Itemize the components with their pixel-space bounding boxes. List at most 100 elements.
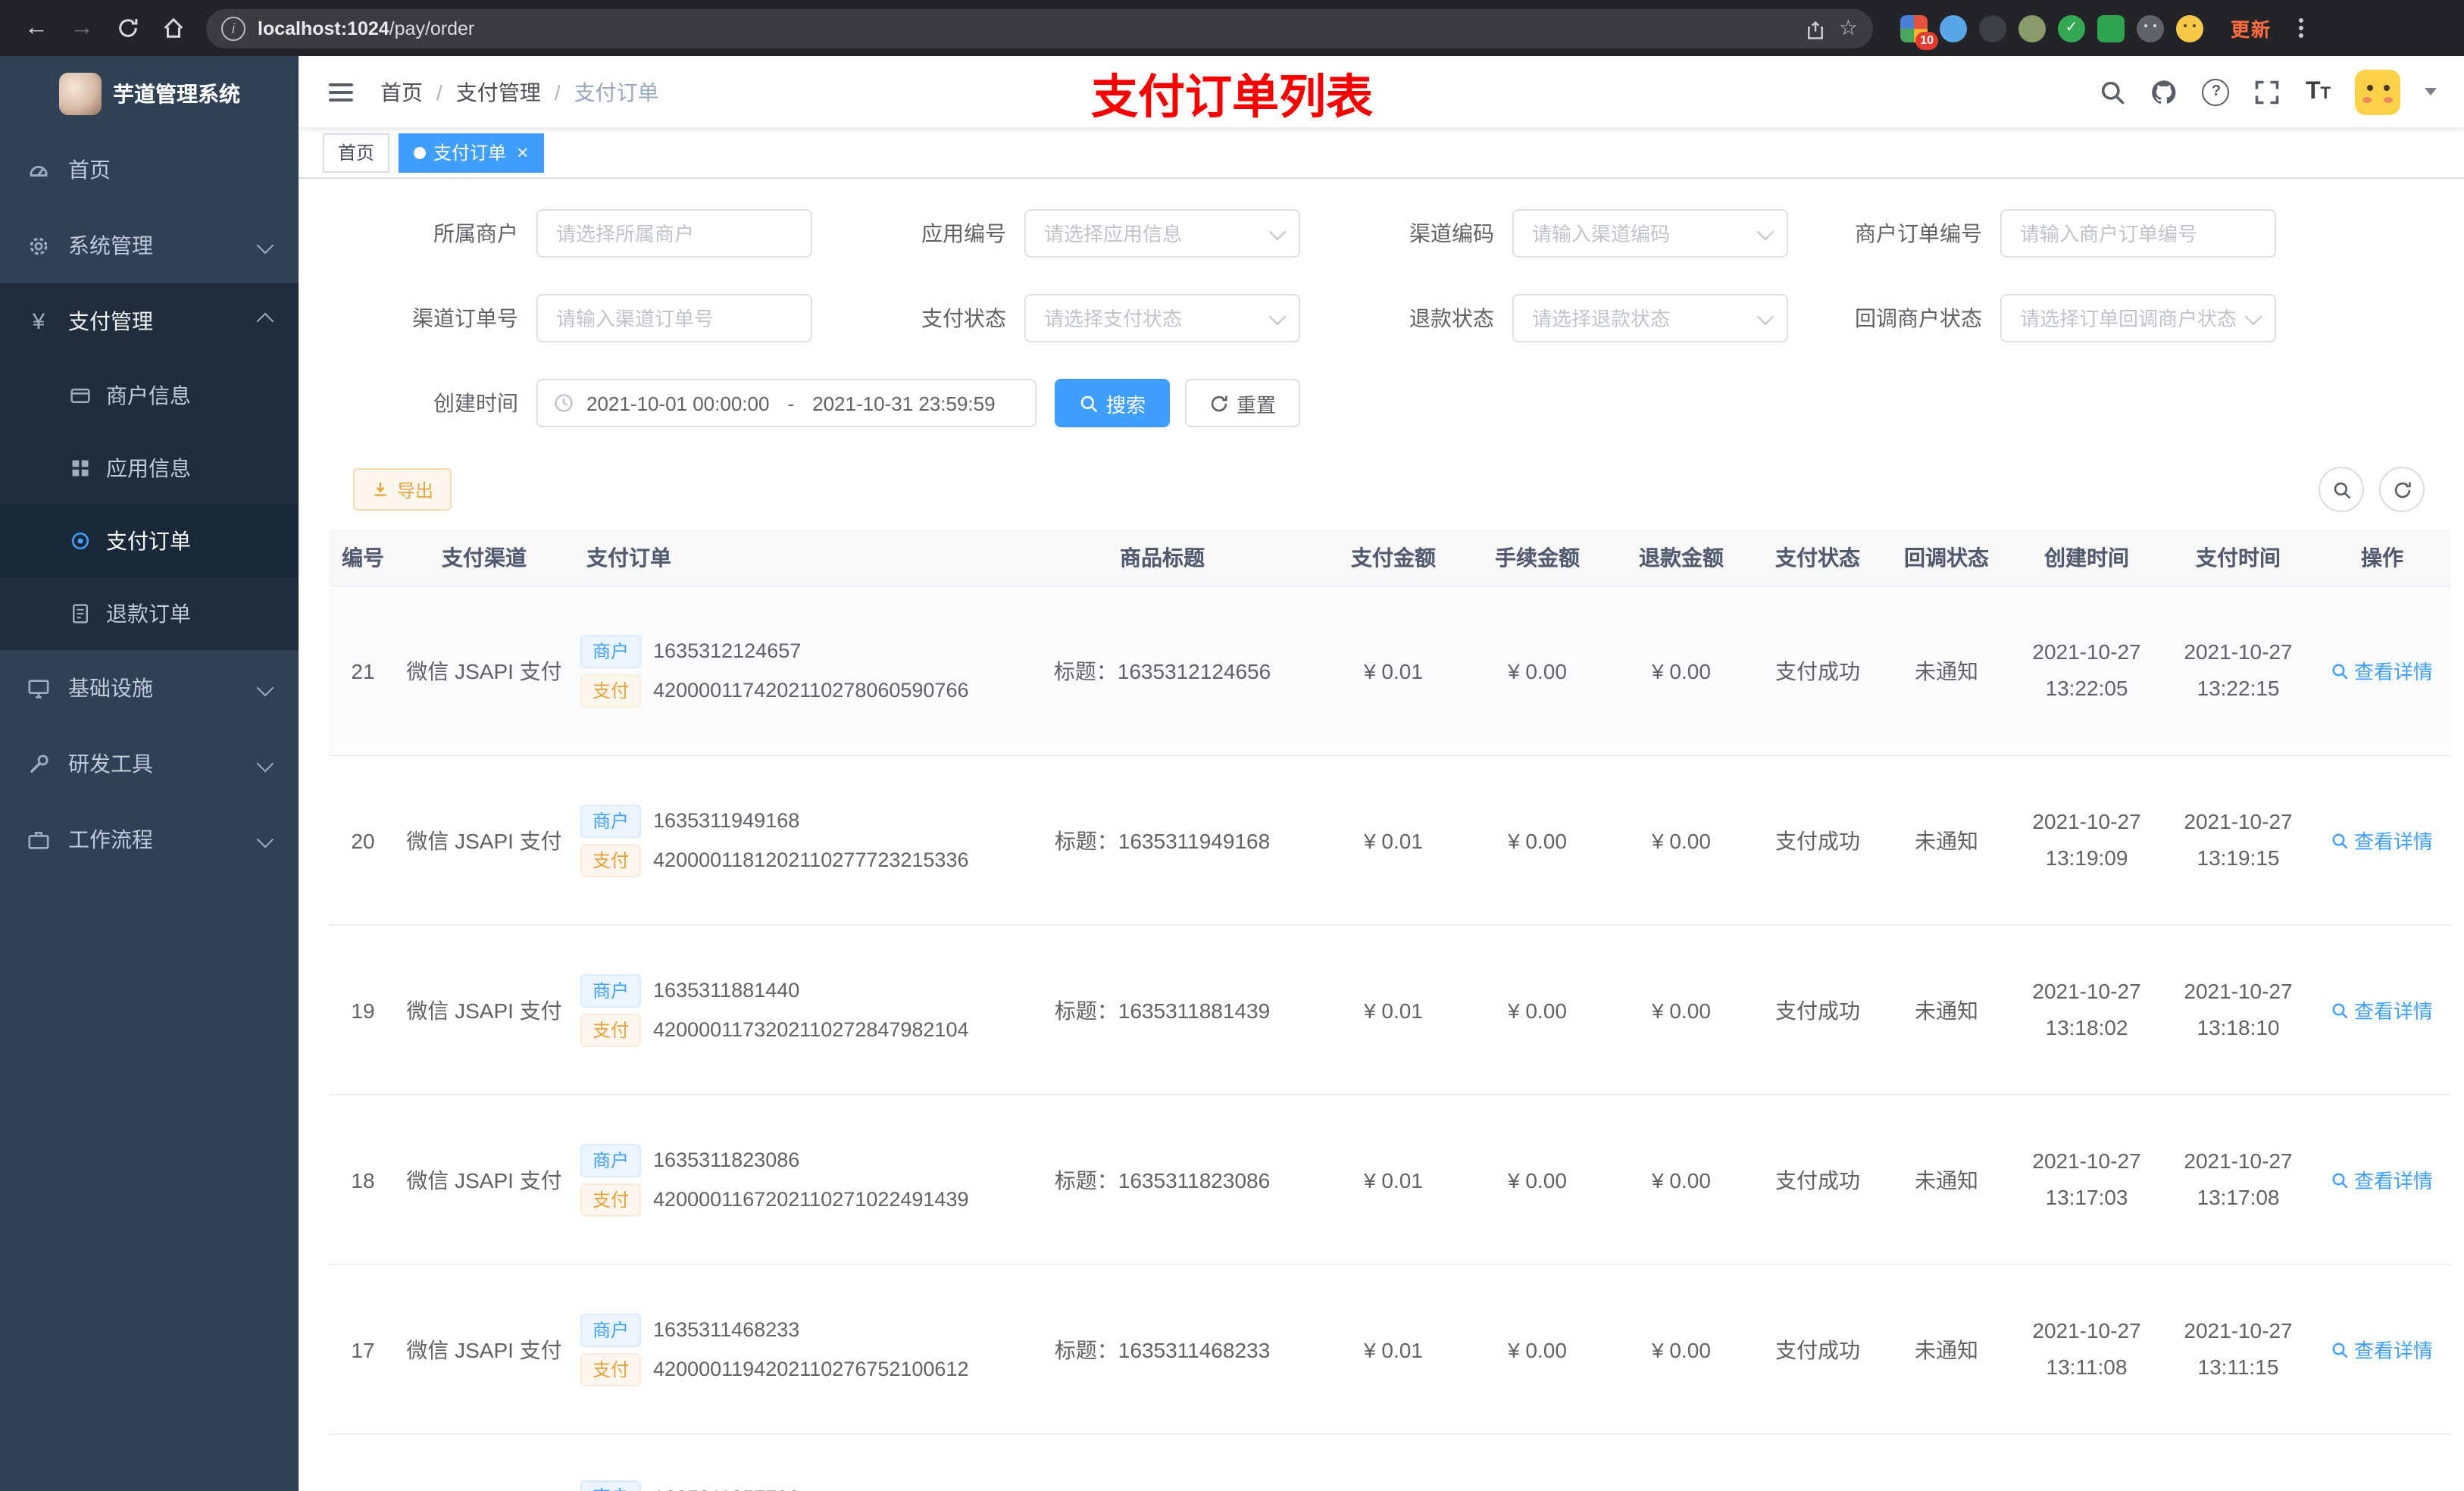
search-icon	[2331, 1340, 2350, 1358]
browser-window: ← → localhost:1024/pay/order ☆ 10 ✓ 更新	[0, 0, 2464, 1491]
cell-title: 标题：1635311881439	[1003, 925, 1321, 1096]
sidebar-subitem-label: 退款订单	[106, 602, 191, 626]
breadcrumb-separator: /	[554, 80, 561, 104]
sidebar-item-label: 支付管理	[68, 309, 153, 333]
breadcrumb-home[interactable]: 首页	[380, 77, 423, 107]
search-icon	[2331, 831, 2350, 849]
col-create-time: 创建时间	[2011, 530, 2162, 586]
extension-icon-dark[interactable]	[1979, 14, 2006, 42]
yen-icon: ¥	[32, 308, 45, 334]
filter-merchant-order-no: 商户订单编号	[1793, 209, 2281, 258]
table-body: 21 微信 JSAPI 支付 商户 1635312124657 支付 42000…	[329, 586, 2450, 1491]
date-start[interactable]: 2021-10-01 00:00:00	[586, 392, 769, 414]
sidebar: 芋道管理系统 首页 系统管理 ¥ 支付管理 商户信息 应用信息 支付订单 退款订…	[0, 56, 299, 1491]
sidebar-item-infra[interactable]: 基础设施	[0, 650, 299, 726]
refund-status-select[interactable]	[1512, 294, 1788, 342]
sidebar-item-dev-tools[interactable]: 研发工具	[0, 726, 299, 802]
pay-status-select[interactable]	[1024, 294, 1300, 342]
breadcrumb-payment[interactable]: 支付管理	[456, 77, 541, 107]
export-button[interactable]: 导出	[353, 468, 452, 511]
cell-refund: ¥ 0.00	[1609, 586, 1753, 756]
share-icon[interactable]	[1806, 16, 1827, 41]
extension-icon-blue[interactable]	[1940, 14, 1967, 42]
merchant-order-no-input[interactable]	[2000, 209, 2276, 258]
filter-form: 所属商户 应用编号 渠道编码 商户订单编号	[329, 209, 2434, 427]
sidebar-toggle[interactable]	[320, 73, 362, 110]
tags-view: 首页 支付订单 ×	[299, 127, 2464, 179]
user-avatar[interactable]	[2355, 69, 2400, 114]
sidebar-item-payment[interactable]: ¥ 支付管理	[0, 283, 299, 359]
filter-create-time: 创建时间 2021-10-01 00:00:00 - 2021-10-31 23…	[329, 379, 2281, 427]
tab-pay-order[interactable]: 支付订单 ×	[399, 133, 544, 172]
caret-down-icon[interactable]	[2425, 88, 2437, 95]
search-icon[interactable]	[2100, 78, 2127, 105]
sidebar-item-app-info[interactable]: 应用信息	[0, 432, 299, 505]
close-icon[interactable]: ×	[517, 142, 528, 162]
forward-button[interactable]: →	[64, 10, 100, 46]
cell-actions: 查看详情	[2314, 755, 2450, 926]
sidebar-payment-group: ¥ 支付管理 商户信息 应用信息 支付订单 退款订单	[0, 283, 299, 650]
site-info-icon[interactable]	[221, 16, 245, 40]
view-detail-link[interactable]: 查看详情	[2331, 1335, 2433, 1364]
gear-icon	[27, 234, 50, 257]
sidebar-item-workflow[interactable]: 工作流程	[0, 802, 299, 877]
extension-icon-pin[interactable]	[2137, 14, 2164, 42]
font-size-icon[interactable]	[2306, 78, 2331, 105]
cell-pay-time: 2021-10-27 13:17:08	[2162, 1095, 2314, 1265]
browser-menu-icon[interactable]	[2293, 12, 2309, 44]
sidebar-item-merchant-info[interactable]: 商户信息	[0, 359, 299, 432]
page-title: 支付订单列表	[1091, 70, 1373, 123]
pay-order-no: 4200001173202110272847982104	[653, 1018, 969, 1041]
sidebar-item-pay-order[interactable]: 支付订单	[0, 505, 299, 577]
col-title: 商品标题	[1003, 530, 1321, 586]
address-bar[interactable]: localhost:1024/pay/order ☆	[206, 8, 1873, 48]
filter-label: 创建时间	[433, 391, 518, 415]
app-logo[interactable]: 芋道管理系统	[0, 56, 299, 132]
extensions-puzzle-icon[interactable]: 10	[1900, 14, 1938, 49]
view-detail-link[interactable]: 查看详情	[2331, 1165, 2433, 1194]
extension-icon-square[interactable]	[2097, 14, 2125, 42]
app-id-select[interactable]	[1024, 209, 1300, 258]
sidebar-item-system[interactable]: 系统管理	[0, 208, 299, 283]
date-range-picker[interactable]: 2021-10-01 00:00:00 - 2021-10-31 23:59:5…	[536, 379, 1037, 427]
merchant-input[interactable]	[536, 209, 812, 258]
tab-home[interactable]: 首页	[323, 133, 390, 172]
orders-table: 编号 支付渠道 支付订单 商品标题 支付金额 手续金额 退款金额 支付状态 回调…	[329, 530, 2450, 1491]
date-end[interactable]: 2021-10-31 23:59:59	[812, 392, 995, 414]
view-detail-link[interactable]: 查看详情	[2331, 656, 2433, 685]
channel-code-select[interactable]	[1512, 209, 1788, 258]
back-button[interactable]: ←	[18, 10, 55, 46]
col-id: 编号	[329, 530, 397, 586]
view-detail-link[interactable]: 查看详情	[2331, 996, 2433, 1024]
cell-pay-status: 支付成功	[1753, 586, 1882, 756]
extension-icon-olive[interactable]	[2018, 14, 2046, 42]
toggle-search-button[interactable]	[2319, 467, 2364, 512]
help-icon[interactable]	[2202, 78, 2230, 105]
notify-status-select[interactable]	[2000, 294, 2276, 342]
fullscreen-icon[interactable]	[2254, 78, 2281, 105]
reset-button[interactable]: 重置	[1185, 379, 1301, 427]
merchant-badge: 商户	[580, 974, 642, 1007]
github-icon[interactable]	[2151, 78, 2178, 105]
search-button[interactable]: 搜索	[1055, 379, 1171, 427]
pay-order-no: 4200001167202110271022491439	[653, 1188, 969, 1211]
cell-pay-order: 商户 1635311949168 支付 42000011812021102777…	[571, 755, 1003, 926]
sidebar-item-refund-order[interactable]: 退款订单	[0, 577, 299, 650]
channel-order-no-input[interactable]	[536, 294, 812, 342]
merchant-badge: 商户	[580, 804, 642, 837]
profile-avatar-icon[interactable]	[2176, 14, 2203, 42]
table-row: 18 微信 JSAPI 支付 商户 1635311823086 支付 42000…	[329, 1095, 2450, 1265]
view-detail-link[interactable]: 查看详情	[2331, 826, 2433, 855]
card-icon	[70, 385, 91, 406]
home-button[interactable]	[155, 10, 191, 46]
refresh-table-button[interactable]	[2379, 467, 2425, 512]
sidebar-item-home[interactable]: 首页	[0, 132, 299, 208]
pay-badge: 支付	[580, 1013, 642, 1046]
view-detail-label: 查看详情	[2353, 1000, 2433, 1023]
reload-button[interactable]	[109, 10, 145, 46]
extension-icon-check[interactable]: ✓	[2058, 14, 2085, 42]
cell-amount: ¥ 0.01	[1321, 1095, 1465, 1265]
update-button[interactable]: 更新	[2231, 14, 2272, 42]
bookmark-star-icon[interactable]: ☆	[1839, 15, 1858, 41]
search-button-label: 搜索	[1106, 393, 1146, 416]
